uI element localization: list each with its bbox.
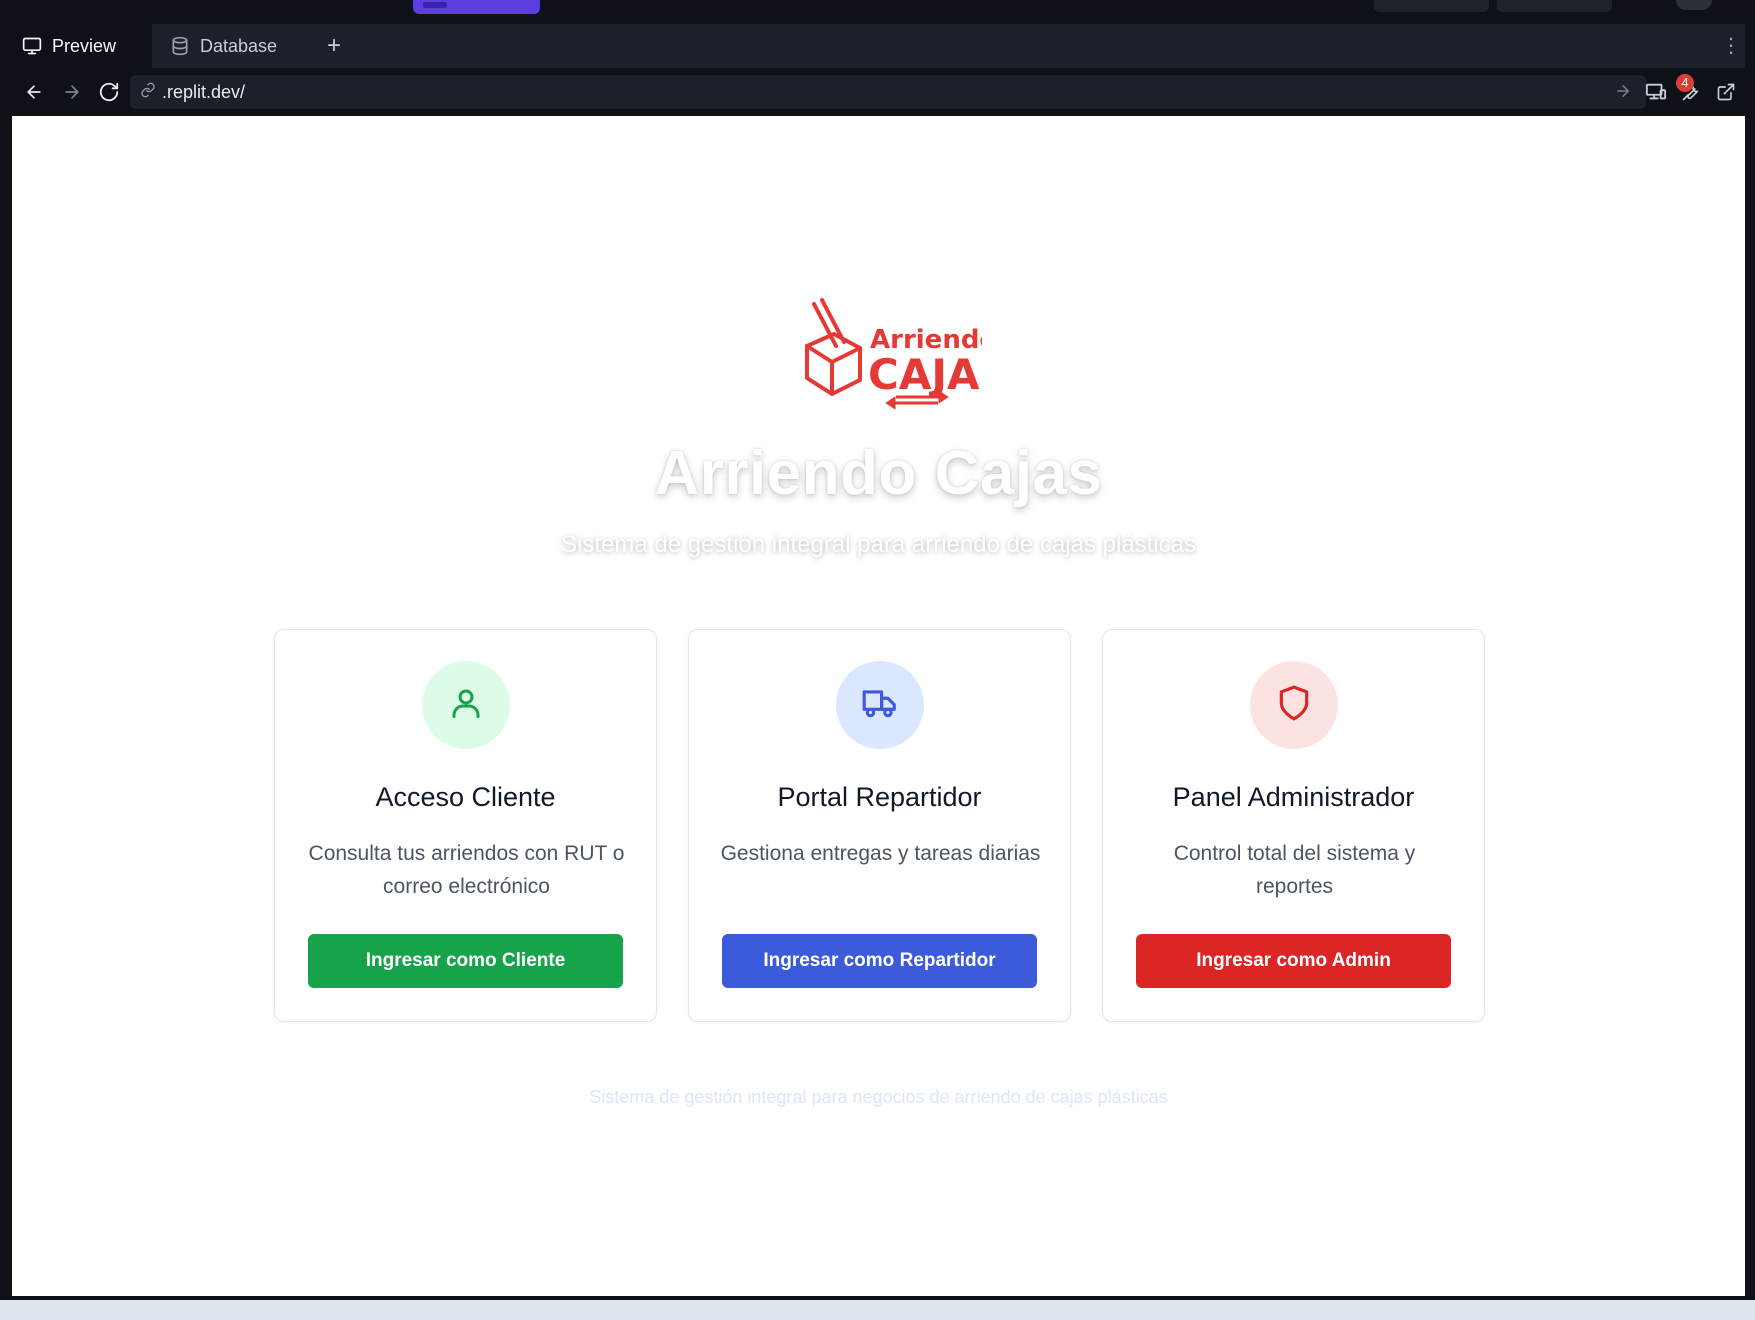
logo-line2: CAJAS (868, 350, 982, 399)
host-control-1[interactable] (1374, 0, 1489, 12)
tab-label: Database (200, 35, 278, 56)
arriendo-cajas-logo: Arriendo CAJAS (792, 296, 1010, 416)
host-top-bar (0, 0, 1755, 14)
user-icon (448, 685, 484, 726)
card-cliente: Acceso Cliente Consulta tus arriendos co… (274, 629, 657, 1022)
new-tab-button[interactable]: + (319, 32, 349, 60)
login-admin-button[interactable]: Ingresar como Admin (1136, 934, 1451, 988)
page-subtitle: Sistema de gestión integral para arriend… (560, 531, 1197, 558)
devices-icon[interactable] (1642, 78, 1670, 106)
tab-database[interactable]: Database (160, 24, 312, 68)
page-title: Arriendo Cajas (654, 439, 1103, 508)
page-footer: Sistema de gestión integral para negocio… (589, 1087, 1168, 1107)
database-icon (170, 36, 190, 56)
card-icon-circle (1250, 661, 1338, 749)
host-avatar[interactable] (1676, 0, 1712, 10)
link-icon (140, 82, 156, 103)
reload-icon[interactable] (95, 78, 123, 106)
card-description: Control total del sistema y reportes (1173, 842, 1416, 898)
go-arrow-icon[interactable] (1614, 82, 1634, 102)
open-external-icon[interactable] (1712, 78, 1740, 106)
card-repartidor: Portal Repartidor Gestiona entregas y ta… (688, 629, 1071, 1022)
tab-label: Preview (52, 35, 117, 56)
shield-icon (1275, 684, 1313, 727)
card-description: Consulta tus arriendos con RUT o correo … (308, 842, 625, 898)
card-icon-circle (836, 661, 924, 749)
host-taskbar (0, 1300, 1755, 1320)
host-run-button[interactable] (413, 0, 540, 14)
card-administrador: Panel Administrador Control total del si… (1102, 629, 1485, 1022)
forward-icon[interactable] (58, 78, 86, 106)
pane-tab-bar: Preview Database + ⋮ (12, 24, 1745, 68)
card-title: Portal Repartidor (777, 782, 982, 812)
card-title: Panel Administrador (1172, 782, 1415, 812)
login-repartidor-button[interactable]: Ingresar como Repartidor (722, 934, 1037, 988)
preview-viewport: Arriendo CAJAS Arriendo Cajas Sistema de… (12, 116, 1745, 1296)
monitor-icon (22, 36, 42, 56)
truck-icon (861, 684, 899, 727)
card-title: Acceso Cliente (375, 782, 556, 812)
url-input[interactable]: .replit.dev/ (130, 75, 1646, 109)
back-icon[interactable] (20, 78, 48, 106)
card-description: Gestiona entregas y tareas diarias (720, 842, 1041, 865)
card-icon-circle (422, 661, 510, 749)
login-cliente-button[interactable]: Ingresar como Cliente (308, 934, 623, 988)
host-control-2[interactable] (1497, 0, 1612, 12)
url-text: .replit.dev/ (162, 81, 246, 102)
notification-badge: 4 (1676, 74, 1694, 92)
more-options-icon[interactable]: ⋮ (1719, 32, 1743, 60)
address-bar-row: .replit.dev/ (12, 70, 1745, 114)
tab-preview[interactable]: Preview (12, 24, 152, 68)
host-menu-icon (423, 2, 447, 8)
